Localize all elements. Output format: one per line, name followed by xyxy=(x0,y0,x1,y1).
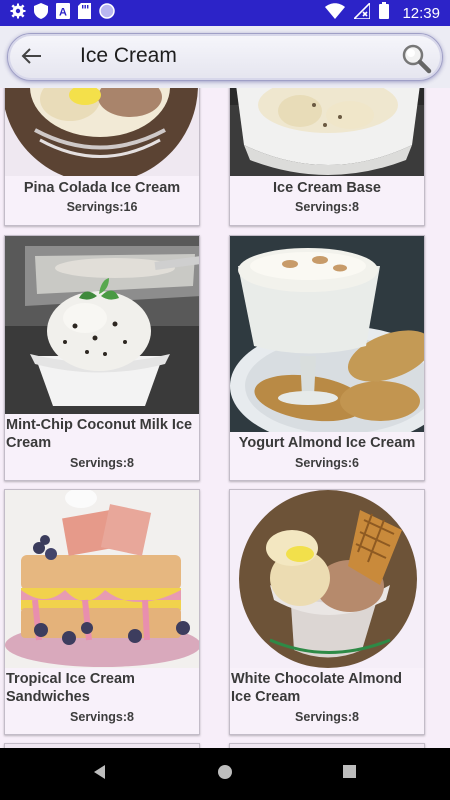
recipe-card[interactable]: Tropical Ice Cream Sandwiches Servings:8 xyxy=(4,489,200,735)
wifi-icon xyxy=(325,2,346,24)
recipe-image xyxy=(230,88,424,176)
status-bar: A 12:39 xyxy=(0,0,450,26)
back-triangle-icon xyxy=(92,764,108,785)
recipe-grid[interactable]: Pina Colada Ice Cream Servings:16 Ice Cr… xyxy=(0,88,450,748)
circle-icon xyxy=(99,2,115,24)
gear-icon xyxy=(10,3,26,24)
search-bar[interactable]: Ice Cream xyxy=(7,33,443,81)
sd-card-icon xyxy=(78,2,91,24)
recipe-card[interactable]: White Chocolate Almond Ice Cream Serving… xyxy=(229,489,425,735)
recipe-servings: Servings:8 xyxy=(295,200,359,214)
recipe-image xyxy=(5,490,199,668)
svg-text:A: A xyxy=(59,6,67,18)
nav-back-button[interactable] xyxy=(88,762,112,786)
nav-recents-button[interactable] xyxy=(337,762,361,786)
recipe-servings: Servings:8 xyxy=(70,456,134,470)
search-input[interactable]: Ice Cream xyxy=(80,44,177,68)
no-sim-icon xyxy=(352,0,372,24)
recipe-title: Mint-Chip Coconut Milk Ice Cream xyxy=(6,417,193,451)
status-left-icons: A xyxy=(10,2,115,24)
recipe-servings: Servings:16 xyxy=(66,200,138,214)
recipe-servings: Servings:8 xyxy=(295,710,359,724)
shield-icon xyxy=(34,2,48,24)
recipe-card[interactable]: Yogurt Almond Ice Cream Servings:6 xyxy=(229,235,425,481)
recipe-image xyxy=(5,236,199,414)
recipe-image xyxy=(5,88,199,176)
recipe-image xyxy=(230,236,424,432)
recipe-image xyxy=(230,490,424,668)
recipe-servings: Servings:8 xyxy=(70,710,134,724)
back-button[interactable] xyxy=(20,46,44,70)
battery-icon xyxy=(379,2,390,24)
recipe-title: Ice Cream Base xyxy=(272,180,381,196)
recipe-card[interactable]: Ice Cream Base Servings:8 xyxy=(229,88,425,226)
nav-home-button[interactable] xyxy=(213,762,237,786)
magnifier-icon xyxy=(400,44,432,78)
recipe-title: Pina Colada Ice Cream xyxy=(23,180,181,196)
recipe-card[interactable]: Mint-Chip Coconut Milk Ice Cream Serving… xyxy=(4,235,200,481)
recipe-servings: Servings:6 xyxy=(295,456,359,470)
recipe-card[interactable]: Pina Colada Ice Cream Servings:16 xyxy=(4,88,200,226)
search-button[interactable] xyxy=(400,42,432,74)
recipe-title: Tropical Ice Cream Sandwiches xyxy=(6,671,135,705)
recents-square-icon xyxy=(342,764,357,784)
status-right-icons: 12:39 xyxy=(325,0,440,24)
recipe-title: White Chocolate Almond Ice Cream xyxy=(231,671,403,705)
clock: 12:39 xyxy=(402,4,440,22)
font-icon: A xyxy=(56,2,70,24)
home-circle-icon xyxy=(217,764,233,785)
arrow-left-icon xyxy=(21,47,43,70)
app-bar: Ice Cream xyxy=(0,26,450,88)
recipe-title: Yogurt Almond Ice Cream xyxy=(238,435,416,451)
navigation-bar xyxy=(0,748,450,800)
